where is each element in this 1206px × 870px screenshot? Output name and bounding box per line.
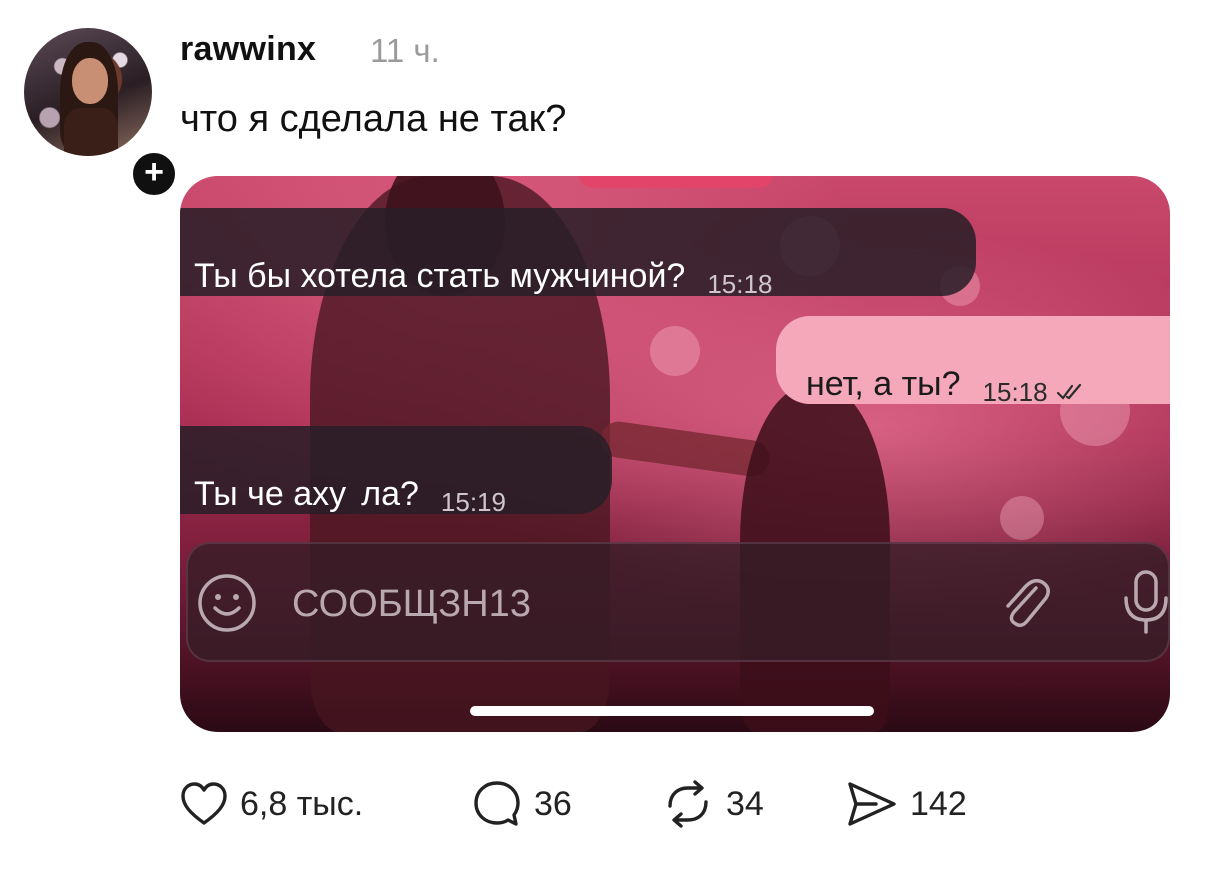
repost-button[interactable]: 34 xyxy=(662,776,764,832)
message-input[interactable] xyxy=(292,578,872,630)
avatar-container[interactable]: + xyxy=(24,28,180,200)
post-actions: 6,8 тыс. 36 34 142 xyxy=(180,776,1080,832)
bokeh-light xyxy=(650,326,700,376)
share-icon xyxy=(848,782,896,826)
username[interactable]: rawwinx xyxy=(180,30,316,69)
avatar-face xyxy=(72,58,108,104)
message-text: нет, а ты? xyxy=(806,365,961,403)
message-bubble-outgoing[interactable]: нет, а ты? 15:18 xyxy=(776,316,1170,407)
share-button[interactable]: 142 xyxy=(846,776,967,832)
message-bubble-incoming[interactable]: Ты че аху ла? 15:19 xyxy=(180,426,612,517)
message-bubble-incoming[interactable]: Ты бы хотела стать мужчиной? 15:18 xyxy=(180,208,976,299)
avatar[interactable] xyxy=(24,28,152,156)
smile-icon[interactable] xyxy=(196,572,258,634)
repost-icon xyxy=(668,780,708,828)
microphone-icon[interactable] xyxy=(1118,568,1170,638)
heart-icon xyxy=(181,782,227,825)
share-count: 142 xyxy=(910,784,967,823)
avatar-body xyxy=(64,108,118,156)
comment-count: 36 xyxy=(534,784,572,823)
post-caption: что я сделала не так? xyxy=(180,98,567,140)
home-indicator xyxy=(470,706,874,716)
paperclip-icon[interactable] xyxy=(996,574,1054,634)
message-input-bar xyxy=(186,542,1170,662)
message-text: Ты че аху ла? xyxy=(194,475,419,513)
comment-icon xyxy=(474,781,520,826)
double-check-icon xyxy=(1056,383,1081,400)
top-notch xyxy=(578,176,774,188)
like-count: 6,8 тыс. xyxy=(240,784,364,823)
repost-count: 34 xyxy=(726,784,764,823)
silhouette-arm xyxy=(598,419,772,479)
message-time: 15:19 xyxy=(440,487,506,517)
follow-plus-icon[interactable]: + xyxy=(128,148,180,200)
comment-button[interactable]: 36 xyxy=(472,776,572,832)
bokeh-light xyxy=(1000,496,1044,540)
message-time: 15:18 xyxy=(707,269,773,299)
post-time: 11 ч. xyxy=(370,32,440,69)
message-text: Ты бы хотела стать мужчиной? xyxy=(194,257,686,295)
post-image[interactable]: Ты бы хотела стать мужчиной? 15:18 нет, … xyxy=(180,176,1170,732)
like-button[interactable]: 6,8 тыс. xyxy=(180,776,363,832)
message-time: 15:18 xyxy=(982,377,1048,407)
